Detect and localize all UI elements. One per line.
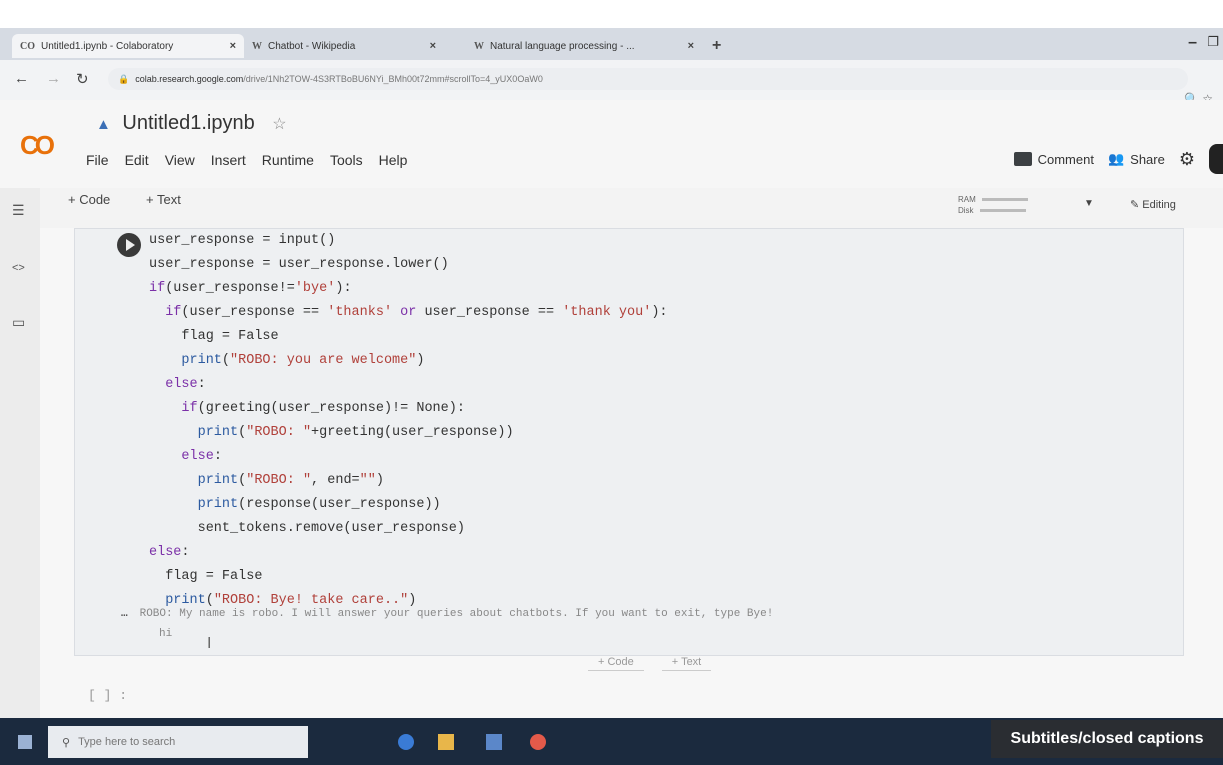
colab-favicon-icon: CO [20, 40, 35, 52]
code-snippets-icon[interactable]: <> [12, 262, 25, 274]
menu-file[interactable]: File [84, 150, 111, 170]
add-text-cell-button[interactable]: + Text [661, 656, 712, 671]
editing-mode-button[interactable]: ✎ Editing [1130, 198, 1176, 211]
menu-bar: File Edit View Insert Runtime Tools Help [84, 150, 409, 170]
output-menu-icon[interactable]: … [121, 608, 128, 620]
tab-wikipedia-nlp[interactable]: W Natural language processing - ... × [466, 34, 702, 58]
close-icon[interactable]: × [430, 40, 436, 52]
menu-runtime[interactable]: Runtime [260, 150, 316, 170]
menu-help[interactable]: Help [377, 150, 410, 170]
star-icon[interactable]: ☆ [272, 116, 286, 133]
notebook-title[interactable]: Untitled1.ipynb [122, 112, 254, 134]
left-sidebar: ☰ <> ▭ [0, 188, 40, 718]
wikipedia-favicon-icon: W [474, 40, 484, 52]
wikipedia-favicon-icon: W [252, 40, 262, 52]
output-input-line[interactable]: hi [159, 628, 172, 640]
text-cursor-icon: I [207, 635, 212, 652]
comment-button[interactable]: Comment [1013, 151, 1094, 167]
back-arrow-icon[interactable]: ← [14, 70, 29, 87]
tab-colab[interactable]: CO Untitled1.ipynb - Colaboratory × [12, 34, 244, 58]
new-tab-button[interactable]: + [712, 37, 721, 55]
table-of-contents-icon[interactable]: ☰ [12, 202, 25, 219]
empty-code-cell[interactable]: [ ] : [88, 688, 127, 703]
forward-arrow-icon[interactable]: → [46, 70, 61, 87]
url-host: colab.research.google.com [135, 74, 244, 84]
lock-icon: 🔒 [118, 73, 130, 84]
add-cell-bar: + Code + Text [588, 656, 712, 671]
url-field[interactable]: 🔒 colab.research.google.com /drive/1Nh2T… [108, 68, 1188, 90]
comment-icon [1013, 152, 1032, 166]
menu-view[interactable]: View [163, 150, 197, 170]
tab-title: Chatbot - Wikipedia [268, 40, 356, 52]
window-restore-button[interactable]: ❐ [1207, 34, 1219, 50]
drive-icon: ▲ [96, 116, 111, 133]
close-icon[interactable]: × [688, 40, 694, 52]
share-label: Share [1130, 151, 1165, 167]
chevron-down-icon[interactable]: ▼ [1084, 198, 1094, 209]
add-text-button[interactable]: + Text [146, 192, 181, 207]
avatar[interactable] [1209, 144, 1223, 174]
file-explorer-icon[interactable] [438, 734, 454, 750]
colab-logo[interactable]: CO [20, 130, 55, 161]
output-text: ROBO: My name is robo. I will answer you… [139, 608, 774, 620]
comment-label: Comment [1037, 151, 1094, 167]
taskbar-search[interactable]: ⚲ Type here to search [48, 726, 308, 758]
search-placeholder: Type here to search [78, 736, 176, 748]
editing-label: Editing [1142, 199, 1176, 211]
folder-icon[interactable]: ▭ [12, 314, 25, 331]
tab-wikipedia-chatbot[interactable]: W Chatbot - Wikipedia × [244, 34, 444, 58]
close-icon[interactable]: × [230, 40, 236, 52]
disk-label: Disk [958, 206, 974, 215]
edge-app-icon[interactable] [398, 734, 414, 750]
cell-output: … ROBO: My name is robo. I will answer yo… [121, 608, 773, 620]
address-bar-row: ← → ↻ 🔒 colab.research.google.com /drive… [0, 60, 1223, 100]
menu-tools[interactable]: Tools [328, 150, 365, 170]
subtitles-overlay: Subtitles/closed captions [991, 720, 1223, 758]
search-icon: ⚲ [62, 736, 71, 749]
share-button[interactable]: 👥 Share [1108, 151, 1165, 167]
tab-title: Untitled1.ipynb - Colaboratory [41, 40, 174, 52]
header-actions: Comment 👥 Share ⚙ [1013, 144, 1223, 174]
notebook-toolbar: + Code + Text RAM Disk ▼ ✎ Editing [0, 188, 1223, 228]
run-icon[interactable] [117, 233, 141, 257]
code-cell[interactable]: user_response = input() user_response = … [74, 228, 1184, 656]
ram-label: RAM [958, 195, 976, 204]
menu-edit[interactable]: Edit [123, 150, 151, 170]
browser-tab-bar: CO Untitled1.ipynb - Colaboratory × W Ch… [0, 28, 1223, 60]
menu-insert[interactable]: Insert [209, 150, 248, 170]
resource-monitor[interactable]: RAM Disk [958, 194, 1028, 216]
store-app-icon[interactable] [486, 734, 502, 750]
notebook-title-row: ▲ Untitled1.ipynb ☆ [96, 112, 287, 135]
share-icon: 👥 [1107, 151, 1125, 166]
screen-top-band [0, 0, 1223, 28]
url-path: /drive/1Nh2TOW-4S3RTBoBU6NYi_BMh00t72mm#… [243, 74, 543, 84]
windows-start-icon[interactable] [18, 735, 32, 749]
notebook-body: user_response = input() user_response = … [40, 228, 1223, 718]
colab-header: CO ▲ Untitled1.ipynb ☆ File Edit View In… [0, 100, 1223, 189]
reload-icon[interactable]: ↻ [76, 70, 89, 88]
gear-icon[interactable]: ⚙ [1179, 149, 1195, 170]
chrome-app-icon[interactable] [530, 734, 546, 750]
window-minimize-button[interactable]: – [1188, 34, 1197, 52]
add-code-cell-button[interactable]: + Code [588, 656, 644, 671]
code-editor[interactable]: user_response = input() user_response = … [149, 229, 668, 613]
add-code-button[interactable]: + Code [68, 192, 110, 207]
tab-title: Natural language processing - ... [490, 40, 635, 52]
